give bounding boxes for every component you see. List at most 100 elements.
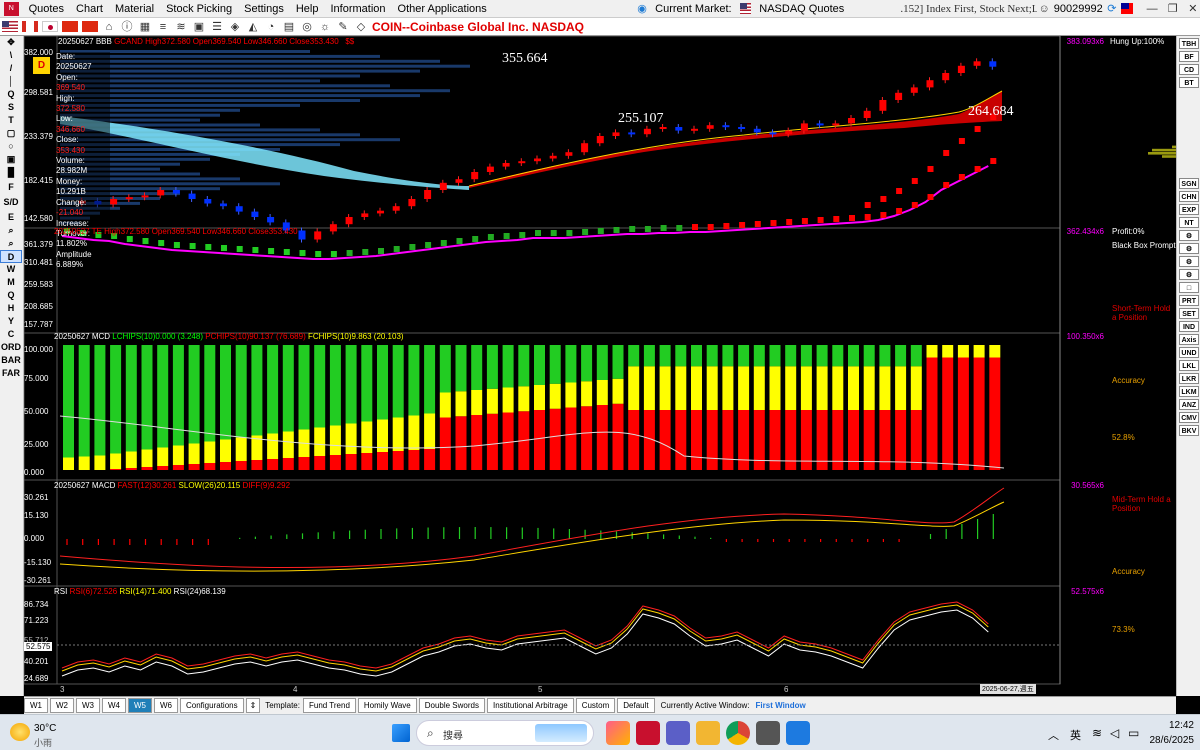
left-tool-14[interactable]: ⌕ [0, 224, 22, 237]
left-tool-6[interactable]: T [0, 114, 22, 127]
left-tool-16[interactable]: D [0, 250, 22, 263]
right-tool-21[interactable]: ANZ [1179, 399, 1199, 410]
magnet-icon[interactable]: ◔ [264, 20, 278, 34]
menu-quotes[interactable]: Quotes [23, 0, 70, 18]
right-tool-18[interactable]: LKL [1179, 360, 1199, 371]
left-tool-10[interactable]: █ [0, 166, 22, 179]
template-default[interactable]: Default [617, 698, 655, 713]
tab-w2[interactable]: W2 [50, 698, 74, 713]
right-tool-13[interactable]: PRT [1179, 295, 1199, 306]
lock-icon[interactable]: ▣ [192, 20, 206, 34]
frame-icon[interactable]: ▤ [282, 20, 296, 34]
menu-settings[interactable]: Settings [238, 0, 290, 18]
start-icon[interactable] [392, 724, 410, 742]
left-tool-19[interactable]: Q [0, 289, 22, 302]
left-tool-25[interactable]: FAR [0, 367, 22, 380]
left-tool-12[interactable]: S/D [0, 196, 22, 209]
tab-w4[interactable]: W4 [102, 698, 126, 713]
app-icon-2[interactable] [786, 721, 810, 745]
right-tool-19[interactable]: LKR [1179, 373, 1199, 384]
right-tool-5[interactable]: CHN [1179, 191, 1199, 202]
close-icon[interactable]: ✕ [1188, 2, 1198, 16]
teams-icon[interactable] [666, 721, 690, 745]
left-tool-15[interactable]: ⌕ [0, 237, 22, 250]
left-tool-13[interactable]: E [0, 211, 22, 224]
chevron-up-icon[interactable]: ︿ [1048, 727, 1059, 743]
template-institutional-arbitrage[interactable]: Institutional Arbitrage [486, 698, 574, 713]
right-tool-9[interactable]: ⚙ [1179, 243, 1199, 254]
bars-icon[interactable]: ≡ [156, 20, 170, 34]
left-tool-1[interactable]: \ [0, 49, 22, 62]
trading-app-icon[interactable] [636, 721, 660, 745]
current-market-value[interactable]: NASDAQ Quotes [753, 0, 850, 18]
file-explorer-icon[interactable] [696, 721, 720, 745]
taskbar-search-box[interactable]: ⌕ 搜尋 [416, 720, 594, 746]
hk-market-flag-icon[interactable] [62, 21, 78, 32]
left-tool-23[interactable]: ORD [0, 341, 22, 354]
right-tool-0[interactable]: TBH [1179, 38, 1199, 49]
tab-w5[interactable]: W5 [128, 698, 152, 713]
minimize-icon[interactable]: — [1147, 2, 1158, 16]
right-tool-7[interactable]: NT [1179, 217, 1199, 228]
right-tool-1[interactable]: BF [1179, 51, 1199, 62]
menu-information[interactable]: Information [324, 0, 391, 18]
globe-icon[interactable]: ◉ [637, 2, 647, 16]
left-tool-20[interactable]: H [0, 302, 22, 315]
chart-icon[interactable]: ◭ [246, 20, 260, 34]
right-tool-12[interactable]: □ [1179, 282, 1199, 293]
left-tool-5[interactable]: S [0, 101, 22, 114]
right-tool-6[interactable]: EXP [1179, 204, 1199, 215]
menu-stock-picking[interactable]: Stock Picking [160, 0, 238, 18]
left-tool-7[interactable]: ▢ [0, 127, 22, 140]
layers-icon[interactable]: ☰ [210, 20, 224, 34]
language-flag-icon[interactable] [1120, 3, 1133, 14]
user-icon[interactable]: ☺ [1039, 2, 1050, 16]
left-tool-17[interactable]: W [0, 263, 22, 276]
tab-w6[interactable]: W6 [154, 698, 178, 713]
ca-market-flag-icon[interactable] [22, 21, 38, 32]
configurations-button[interactable]: Configurations [180, 698, 244, 713]
tab-w3[interactable]: W3 [76, 698, 100, 713]
copilot-icon[interactable] [606, 721, 630, 745]
right-tool-2[interactable]: CD [1179, 64, 1199, 75]
refresh-icon[interactable]: ⟳ [1107, 2, 1117, 16]
clock-date[interactable]: 28/6/2025 [1144, 735, 1195, 746]
restore-icon[interactable]: ❐ [1168, 2, 1178, 16]
left-tool-2[interactable]: / [0, 62, 22, 75]
right-tool-8[interactable]: ⚙ [1179, 230, 1199, 241]
menu-other-applications[interactable]: Other Applications [392, 0, 493, 18]
clock-time[interactable]: 12:42 [1158, 720, 1194, 731]
template-double-swords[interactable]: Double Swords [418, 698, 485, 713]
volume-icon[interactable]: ◁ [1110, 726, 1119, 740]
right-tool-4[interactable]: SGN [1179, 178, 1199, 189]
info-icon[interactable]: ⓘ [120, 20, 134, 34]
left-tool-8[interactable]: ○ [0, 140, 22, 153]
right-tool-17[interactable]: UND [1179, 347, 1199, 358]
jp-market-flag-icon[interactable] [42, 21, 58, 32]
right-tool-20[interactable]: LKM [1179, 386, 1199, 397]
right-tool-10[interactable]: ⚙ [1179, 256, 1199, 267]
spin-control-icon[interactable]: ⇕ [245, 698, 261, 713]
left-tool-0[interactable]: ✥ [0, 36, 22, 49]
news-marquee[interactable]: .152] Index First, Stock Next;Long-term … [898, 0, 1036, 18]
cube-icon[interactable]: ◈ [228, 20, 242, 34]
period-button[interactable]: D [33, 57, 50, 74]
grid-icon[interactable]: ▦ [138, 20, 152, 34]
battery-icon[interactable]: ▭ [1128, 726, 1139, 740]
us-market-flag-icon[interactable] [2, 21, 18, 32]
chart-area[interactable] [24, 36, 1176, 696]
left-tool-9[interactable]: ▣ [0, 153, 22, 166]
wifi-tray-icon[interactable]: ≋ [1092, 726, 1102, 740]
left-tool-3[interactable]: │ [0, 75, 22, 88]
right-tool-3[interactable]: BT [1179, 77, 1199, 88]
left-tool-18[interactable]: M [0, 276, 22, 289]
tab-w1[interactable]: W1 [24, 698, 48, 713]
template-fund-trend[interactable]: Fund Trend [302, 698, 356, 713]
weather-temp[interactable]: 30°C [34, 723, 56, 734]
app-icon-1[interactable] [756, 721, 780, 745]
template-custom[interactable]: Custom [575, 698, 616, 713]
ime-indicator[interactable]: 英 [1070, 727, 1081, 743]
left-tool-21[interactable]: Y [0, 315, 22, 328]
cn-market-flag-icon[interactable] [82, 21, 98, 32]
right-tool-22[interactable]: CMV [1179, 412, 1199, 423]
